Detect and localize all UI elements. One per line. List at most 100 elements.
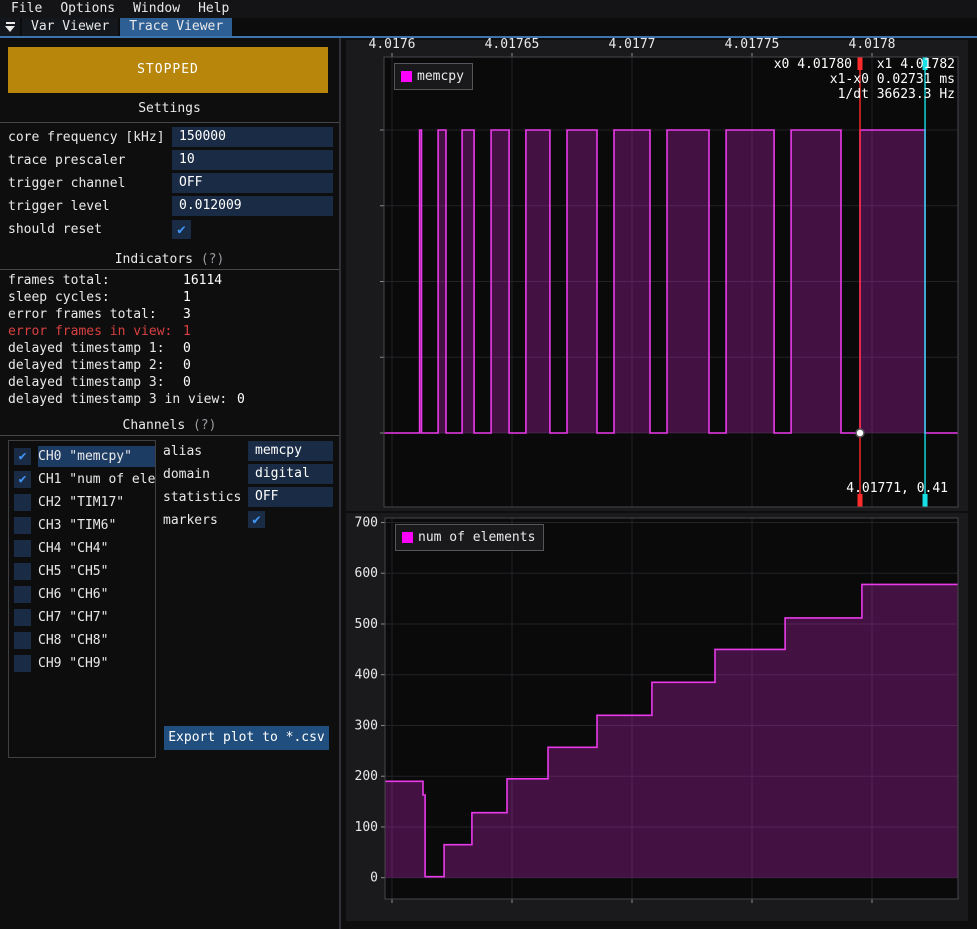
channel-label-ch2[interactable]: CH2 "TIM17" bbox=[38, 492, 155, 513]
channel-label-ch8[interactable]: CH8 "CH8" bbox=[38, 630, 155, 651]
indicator-value-delayed-timestamp-3: 0 bbox=[183, 375, 191, 390]
series-swatch bbox=[401, 71, 412, 82]
marker-x1-label: x1 4.01782 bbox=[877, 58, 955, 72]
indicator-value-sleep-cycles: 1 bbox=[183, 290, 191, 305]
channel-checkbox-ch3[interactable] bbox=[14, 517, 31, 534]
property-label-statistics: statistics bbox=[163, 490, 241, 505]
marker-x0-label: x0 4.01780 bbox=[774, 58, 852, 72]
indicator-value-error-frames-total: 3 bbox=[183, 307, 191, 322]
channel-label-ch9[interactable]: CH9 "CH9" bbox=[38, 653, 155, 674]
property-label-markers: markers bbox=[163, 513, 218, 528]
indicator-delayed-timestamp-2: delayed timestamp 2: bbox=[8, 358, 165, 373]
property-label-alias: alias bbox=[163, 444, 202, 459]
setting-label-core-frequency-khz: core frequency [kHz] bbox=[8, 130, 165, 145]
channel-row-ch2: CH2 "TIM17" bbox=[9, 491, 155, 514]
chevron-down-icon bbox=[5, 26, 15, 32]
menu-item-window[interactable]: Window bbox=[124, 0, 189, 18]
channel-row-ch5: CH5 "CH5" bbox=[9, 560, 155, 583]
indicator-error-frames-total: error frames total: bbox=[8, 307, 157, 322]
channel-list: ✔ CH0 "memcpy" ✔ CH1 "num of elemCH2 "TIM17… bbox=[8, 440, 156, 758]
separator bbox=[0, 435, 339, 436]
check-icon: ✔ bbox=[19, 450, 27, 463]
channel-row-ch9: CH9 "CH9" bbox=[9, 652, 155, 675]
setting-label-trigger-channel: trigger channel bbox=[8, 176, 125, 191]
channel-row-ch0: ✔ CH0 "memcpy" bbox=[9, 445, 155, 468]
property-label-domain: domain bbox=[163, 467, 210, 482]
markers-checkbox[interactable]: ✔ bbox=[248, 511, 265, 528]
indicators-section-title: Indicators (?) bbox=[0, 252, 339, 268]
channel-checkbox-ch4[interactable] bbox=[14, 540, 31, 557]
separator bbox=[0, 269, 339, 270]
setting-label-trace-prescaler: trace prescaler bbox=[8, 153, 125, 168]
legend-label: num of elements bbox=[418, 530, 535, 545]
indicator-sleep-cycles: sleep cycles: bbox=[8, 290, 110, 305]
channel-row-ch8: CH8 "CH8" bbox=[9, 629, 155, 652]
channel-label-ch1[interactable]: CH1 "num of elem bbox=[38, 469, 155, 490]
core-frequency-khz-input[interactable]: 150000 bbox=[172, 127, 333, 147]
channel-row-ch4: CH4 "CH4" bbox=[9, 537, 155, 560]
setting-label-should-reset: should reset bbox=[8, 222, 102, 237]
statistics-combo[interactable]: OFF bbox=[248, 487, 333, 507]
channel-checkbox-ch8[interactable] bbox=[14, 632, 31, 649]
top-plot[interactable] bbox=[346, 40, 968, 511]
series-swatch bbox=[402, 532, 413, 543]
legend-num-of-elements[interactable]: num of elements bbox=[395, 524, 544, 551]
indicator-frames-total: frames total: bbox=[8, 273, 110, 288]
menu-item-options[interactable]: Options bbox=[51, 0, 124, 18]
channel-checkbox-ch7[interactable] bbox=[14, 609, 31, 626]
indicator-delayed-timestamp-1: delayed timestamp 1: bbox=[8, 341, 165, 356]
channel-row-ch3: CH3 "TIM6" bbox=[9, 514, 155, 537]
channels-section-title: Channels (?) bbox=[0, 418, 339, 434]
check-icon: ✔ bbox=[177, 223, 185, 237]
menu-item-help[interactable]: Help bbox=[189, 0, 238, 18]
trigger-channel-combo[interactable]: OFF bbox=[172, 173, 333, 193]
sidebar: STOPPED Settings core frequency [kHz] 150… bbox=[0, 38, 339, 929]
channel-row-ch7: CH7 "CH7" bbox=[9, 606, 155, 629]
tab-trace-viewer[interactable]: Trace Viewer bbox=[120, 18, 232, 36]
tab-bar: Var ViewerTrace Viewer bbox=[0, 18, 977, 38]
indicator-value-frames-total: 16114 bbox=[183, 273, 222, 288]
channel-checkbox-ch2[interactable] bbox=[14, 494, 31, 511]
channel-label-ch6[interactable]: CH6 "CH6" bbox=[38, 584, 155, 605]
indicator-value-delayed-timestamp-3-in-view: 0 bbox=[237, 392, 245, 407]
trace-prescaler-input[interactable]: 10 bbox=[172, 150, 333, 170]
channel-label-ch4[interactable]: CH4 "CH4" bbox=[38, 538, 155, 559]
indicator-value-delayed-timestamp-1: 0 bbox=[183, 341, 191, 356]
tab-list-button[interactable] bbox=[0, 18, 20, 36]
bottom-plot[interactable] bbox=[346, 513, 968, 921]
channel-checkbox-ch1[interactable]: ✔ bbox=[14, 471, 31, 488]
legend-memcpy[interactable]: memcpy bbox=[394, 63, 473, 90]
channel-checkbox-ch5[interactable] bbox=[14, 563, 31, 580]
alias-input[interactable]: memcpy bbox=[248, 441, 333, 461]
channel-label-ch3[interactable]: CH3 "TIM6" bbox=[38, 515, 155, 536]
separator bbox=[0, 122, 339, 123]
tab-list-icon bbox=[6, 22, 15, 24]
should-reset-checkbox[interactable]: ✔ bbox=[172, 220, 191, 239]
check-icon: ✔ bbox=[19, 473, 27, 486]
tab-var-viewer[interactable]: Var Viewer bbox=[22, 18, 118, 36]
acquisition-status-button[interactable]: STOPPED bbox=[8, 47, 328, 93]
channel-row-ch6: CH6 "CH6" bbox=[9, 583, 155, 606]
channel-label-ch0[interactable]: CH0 "memcpy" bbox=[38, 446, 155, 467]
channel-checkbox-ch6[interactable] bbox=[14, 586, 31, 603]
domain-combo[interactable]: digital bbox=[248, 464, 333, 484]
marker-delta-label: x1-x0 0.02731 ms bbox=[830, 73, 955, 87]
channel-checkbox-ch9[interactable] bbox=[14, 655, 31, 672]
indicator-delayed-timestamp-3-in-view: delayed timestamp 3 in view: bbox=[8, 392, 227, 407]
setting-label-trigger-level: trigger level bbox=[8, 199, 110, 214]
indicator-value-delayed-timestamp-2: 0 bbox=[183, 358, 191, 373]
channel-row-ch1: ✔ CH1 "num of elem bbox=[9, 468, 155, 491]
export-csv-button[interactable]: Export plot to *.csv bbox=[164, 726, 329, 750]
channel-checkbox-ch0[interactable]: ✔ bbox=[14, 448, 31, 465]
trigger-level-input[interactable]: 0.012009 bbox=[172, 196, 333, 216]
cursor-readout: 4.01771, 0.41 bbox=[846, 482, 948, 496]
menu-bar: FileOptionsWindowHelp bbox=[0, 0, 977, 18]
channel-label-ch5[interactable]: CH5 "CH5" bbox=[38, 561, 155, 582]
indicator-value-error-frames-in-view: 1 bbox=[183, 324, 191, 339]
settings-section-title: Settings bbox=[0, 101, 339, 117]
indicator-error-frames-in-view: error frames in view: bbox=[8, 324, 172, 339]
menu-item-file[interactable]: File bbox=[2, 0, 51, 18]
channel-label-ch7[interactable]: CH7 "CH7" bbox=[38, 607, 155, 628]
app-window: FileOptionsWindowHelp Var ViewerTrace Vi… bbox=[0, 0, 977, 929]
indicator-delayed-timestamp-3: delayed timestamp 3: bbox=[8, 375, 165, 390]
